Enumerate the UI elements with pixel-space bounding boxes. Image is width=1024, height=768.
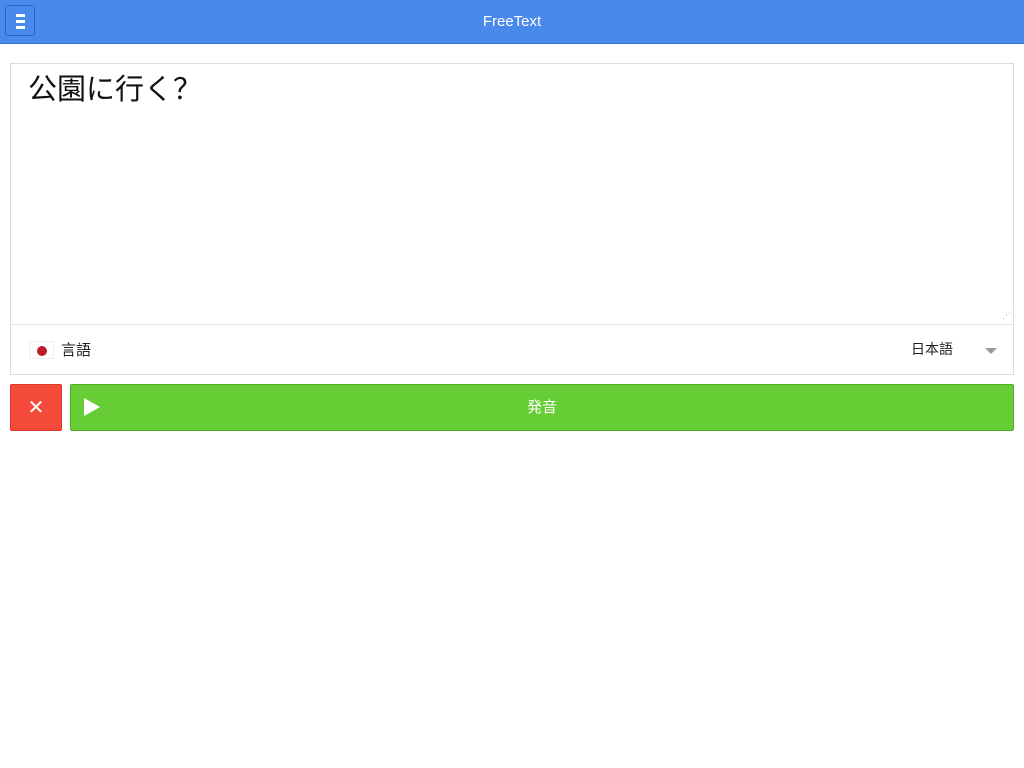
app-title: FreeText	[482, 13, 542, 30]
language-select[interactable]: 日本語	[901, 336, 1001, 364]
japan-flag-icon	[29, 341, 54, 359]
close-icon: ✕	[27, 395, 45, 419]
speak-button-label: 発音	[526, 398, 557, 416]
top-bar: FreeText	[0, 0, 1024, 44]
language-selected-value: 日本語	[911, 342, 953, 358]
text-input[interactable]: 公園に行く？	[11, 64, 1013, 325]
language-label: 言語	[61, 341, 92, 359]
speak-button[interactable]: 発音	[70, 384, 1014, 431]
editor-panel: 公園に行く？ ⋰ 言語 日本語	[10, 63, 1014, 375]
chevron-down-icon	[985, 348, 997, 354]
language-row: 言語 日本語	[11, 326, 1013, 374]
resize-grip-icon[interactable]: ⋰	[1002, 312, 1011, 321]
clear-button[interactable]: ✕	[10, 384, 62, 431]
